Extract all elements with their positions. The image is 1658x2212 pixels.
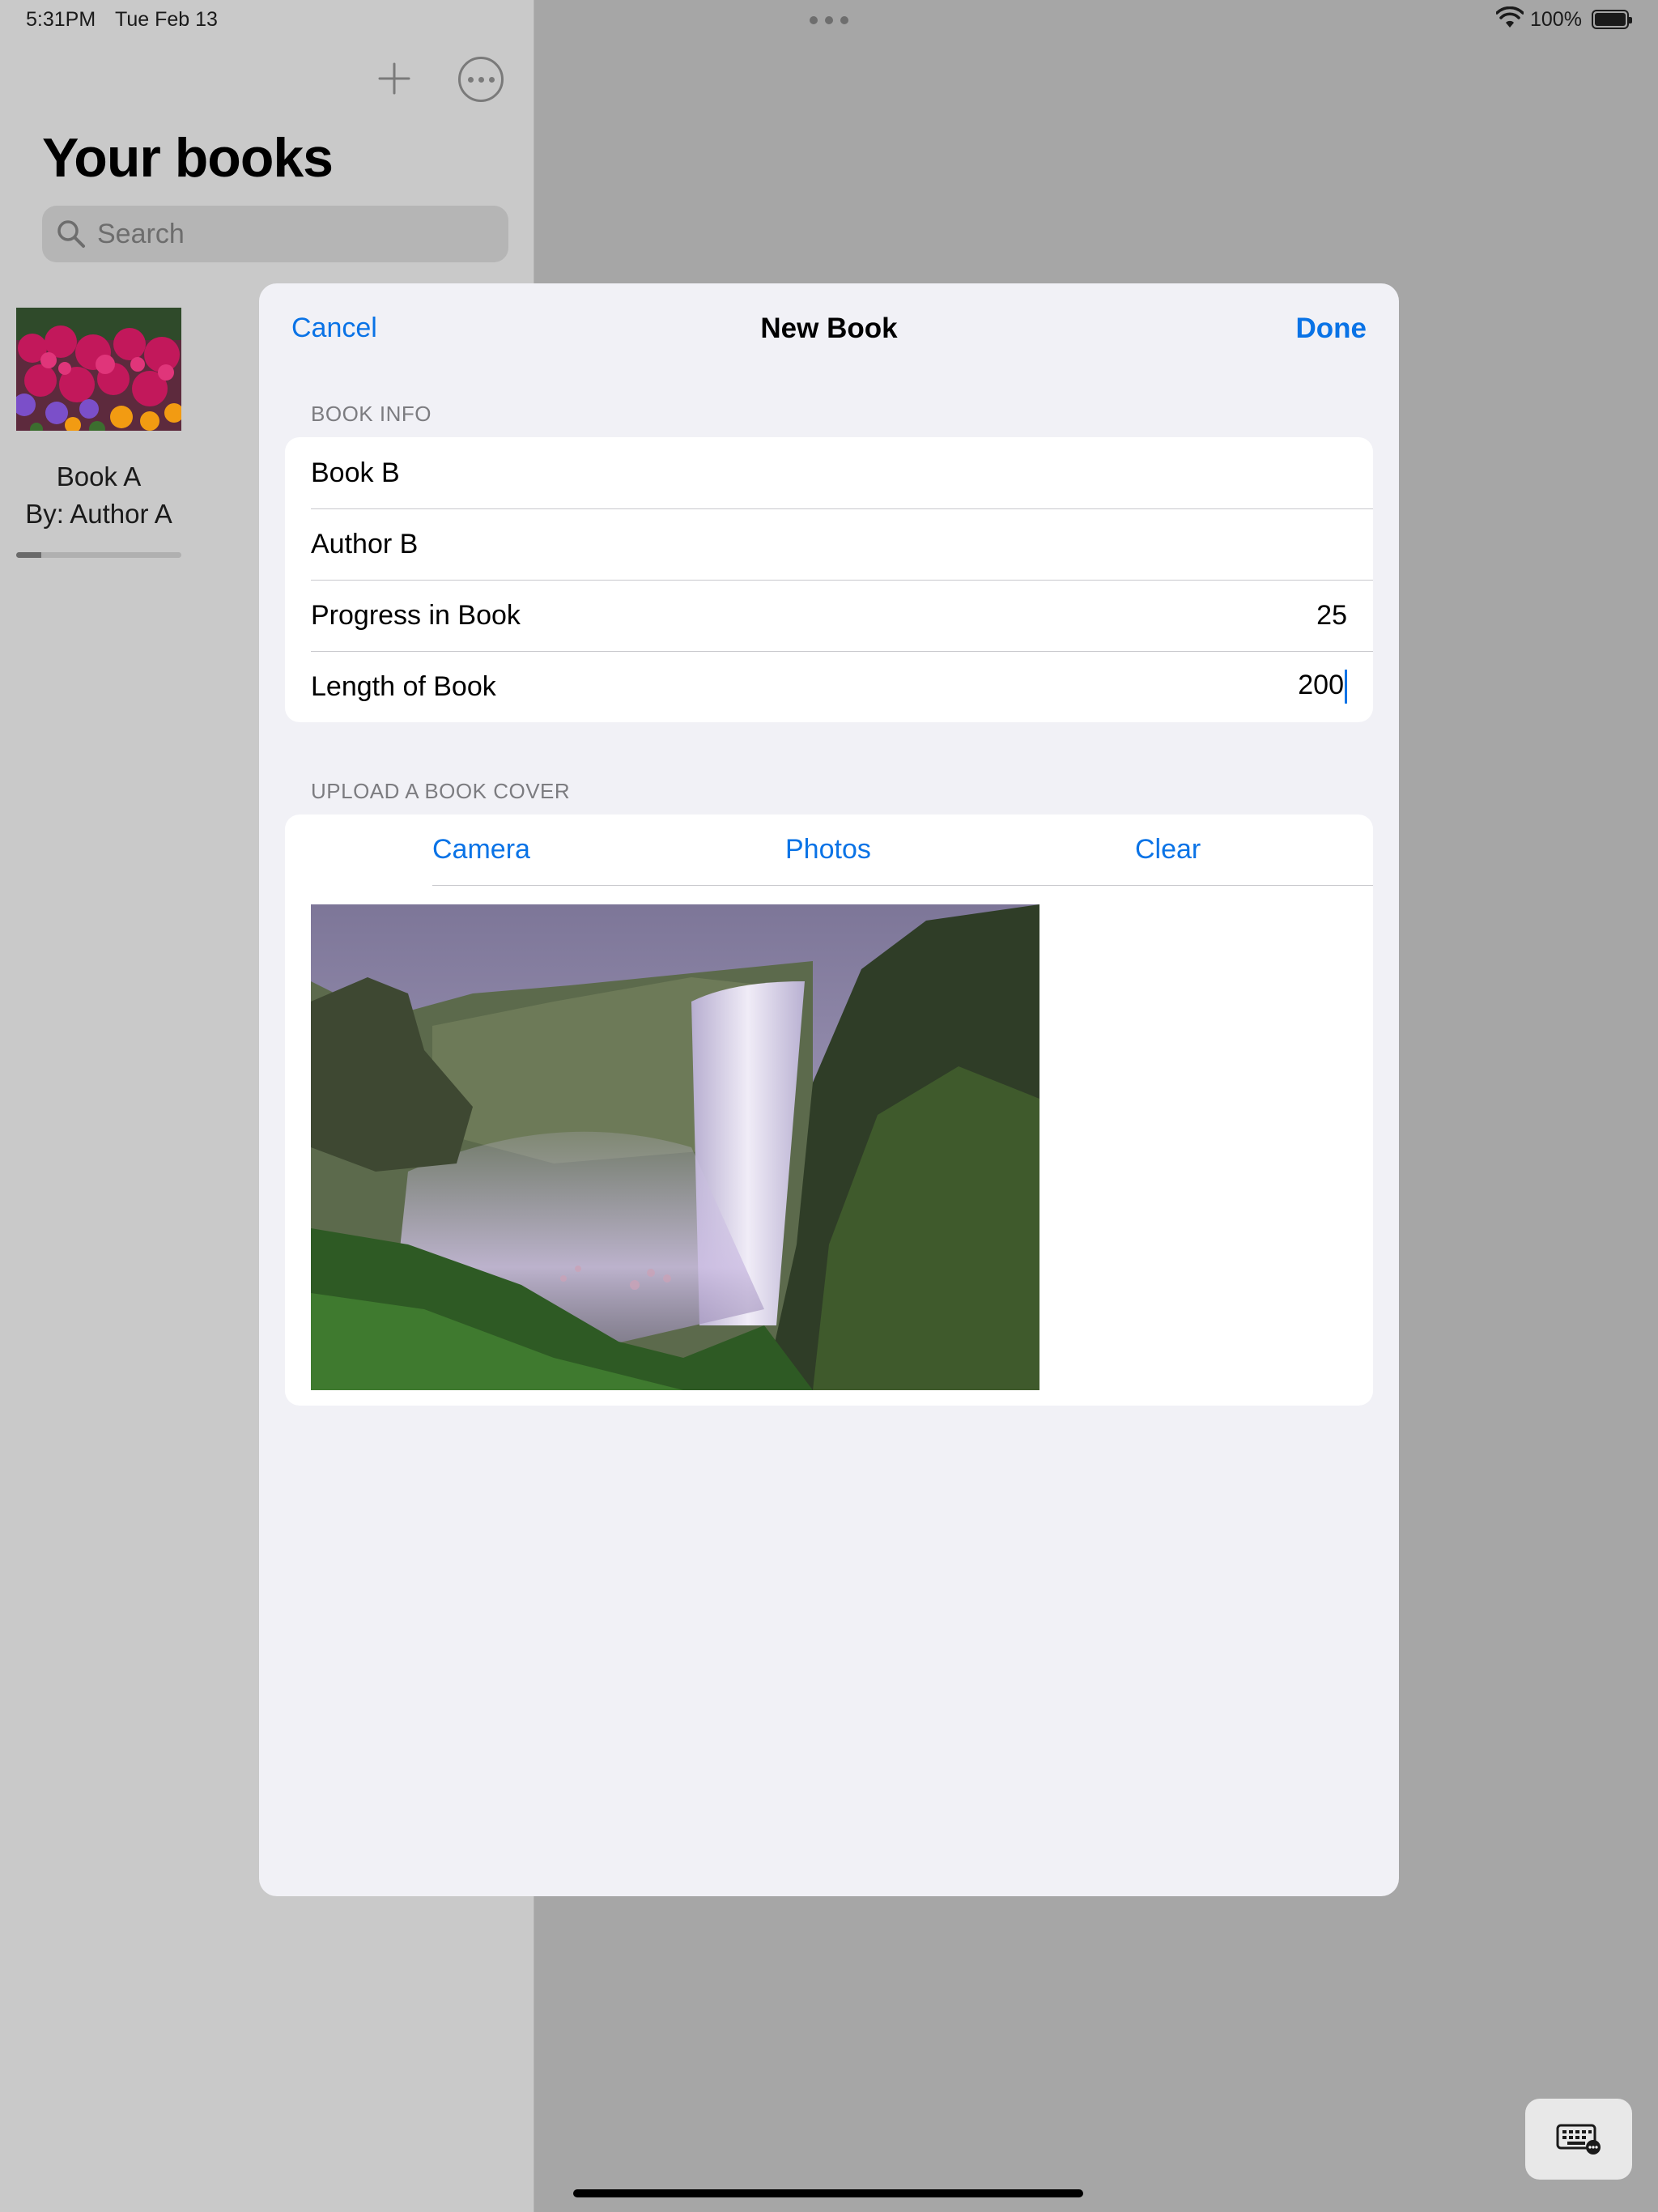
book-author-field[interactable]: Author B [285, 508, 1373, 580]
keyboard-icon [1556, 2124, 1601, 2155]
upload-cover-header: UPLOAD A BOOK COVER [311, 779, 571, 803]
home-indicator[interactable] [573, 2189, 1083, 2197]
battery-percentage: 100% [1530, 8, 1582, 31]
search-field[interactable]: Search [42, 206, 508, 262]
book-title-field[interactable]: Book B [285, 437, 1373, 508]
book-progress-bar [16, 552, 181, 558]
clear-button[interactable]: Clear [1135, 834, 1201, 866]
book-card[interactable]: Book A By: Author A [16, 308, 181, 558]
book-cover-image [16, 308, 181, 431]
search-icon [57, 220, 85, 248]
ellipsis-circle-icon[interactable] [458, 57, 504, 102]
length-of-book-label: Length of Book [311, 670, 496, 702]
keyboard-toggle-button[interactable] [1525, 2099, 1632, 2180]
book-title-value: Book B [311, 457, 400, 488]
photos-button[interactable]: Photos [785, 834, 871, 866]
progress-in-book-value: 25 [1316, 599, 1347, 631]
page-title: Your books [42, 127, 334, 189]
book-author: By: Author A [25, 499, 172, 529]
new-book-sheet: Cancel New Book Done BOOK INFO Book B Au… [259, 283, 1399, 1896]
search-placeholder: Search [97, 218, 185, 249]
length-of-book-input[interactable]: 200 [1298, 670, 1347, 704]
status-date: Tue Feb 13 [115, 8, 218, 31]
upload-cover-group: Camera Photos Clear [285, 815, 1373, 1406]
progress-in-book-field[interactable]: Progress in Book 25 [285, 580, 1373, 651]
progress-in-book-label: Progress in Book [311, 599, 521, 631]
done-button[interactable]: Done [1296, 313, 1367, 345]
plus-icon [378, 62, 410, 95]
text-cursor [1345, 670, 1347, 704]
status-time: 5:31PM [26, 8, 96, 31]
status-bar: 5:31PM Tue Feb 13 100% [0, 0, 1658, 39]
battery-icon [1592, 10, 1632, 29]
book-cover-preview [311, 904, 1039, 1390]
multitasking-dots-icon[interactable] [810, 16, 848, 24]
length-of-book-value: 200 [1298, 669, 1344, 700]
length-of-book-field[interactable]: Length of Book 200 [285, 651, 1373, 722]
cover-source-buttons: Camera Photos Clear [285, 815, 1373, 886]
add-book-button[interactable] [374, 58, 414, 99]
camera-button[interactable]: Camera [432, 834, 530, 866]
sheet-title: New Book [760, 313, 898, 344]
book-info-group: Book B Author B Progress in Book 25 Leng… [285, 437, 1373, 722]
wifi-icon [1496, 6, 1524, 28]
book-author-value: Author B [311, 528, 419, 559]
book-progress-fill [16, 552, 41, 558]
book-info-header: BOOK INFO [311, 402, 432, 426]
book-title: Book A [56, 462, 142, 491]
